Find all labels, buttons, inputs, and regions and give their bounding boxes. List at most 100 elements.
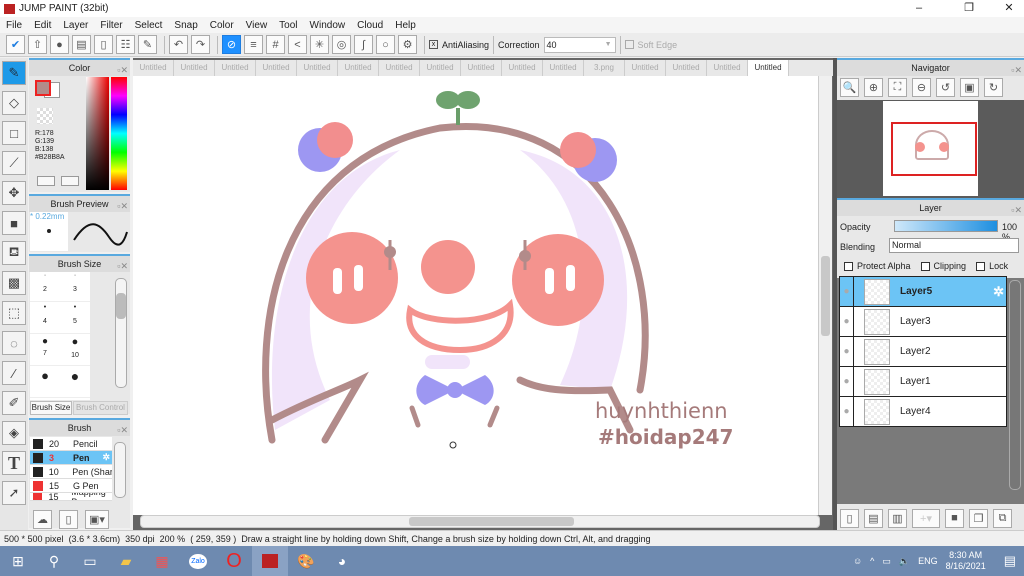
network-icon[interactable]: ▭ <box>882 556 891 567</box>
menu-file[interactable]: File <box>0 20 28 31</box>
operation-tool-icon[interactable]: ➚ <box>2 481 26 505</box>
tab-document[interactable]: 3.png <box>584 60 625 76</box>
select-eraser-tool-icon[interactable]: ◈ <box>2 421 26 445</box>
menu-edit[interactable]: Edit <box>28 20 57 31</box>
comment-icon[interactable]: ● <box>50 35 69 54</box>
line-tool-icon[interactable]: ⟋ <box>2 151 26 175</box>
new-brush-icon[interactable]: ▯ <box>59 510 78 529</box>
page-icon[interactable]: ▯ <box>94 35 113 54</box>
duplicate-layer-icon[interactable]: ❐ <box>969 508 988 528</box>
close-button[interactable]: ✕ <box>994 0 1024 17</box>
layer-row[interactable]: ● Layer1 <box>840 366 1006 397</box>
rect-select-tool-icon[interactable]: ⬚ <box>2 301 26 325</box>
size-4[interactable]: • 4 <box>30 304 60 334</box>
vanishing-snap-icon[interactable]: < <box>288 35 307 54</box>
menu-layer[interactable]: Layer <box>57 20 94 31</box>
redo-icon[interactable]: ↷ <box>191 35 210 54</box>
menu-cloud[interactable]: Cloud <box>351 20 389 31</box>
minimize-button[interactable]: – <box>904 0 934 17</box>
rotate-left-icon[interactable]: ↺ <box>936 78 955 97</box>
menu-tool[interactable]: Tool <box>273 20 303 31</box>
zalo-icon[interactable]: Zalo <box>180 546 216 576</box>
new-layer-1bit-icon[interactable]: ▥ <box>888 508 907 528</box>
color-option-button[interactable] <box>61 176 79 186</box>
canvas[interactable]: huynhthienn #hoidap247 <box>133 76 818 515</box>
rectangle-tool-icon[interactable]: □ <box>2 121 26 145</box>
size-5[interactable]: • 5 <box>60 304 90 334</box>
opacity-slider[interactable] <box>894 220 998 232</box>
gear-icon[interactable]: ✲ <box>993 284 1006 300</box>
blending-select[interactable]: Normal <box>889 238 1019 253</box>
search-icon[interactable]: ⚲ <box>36 546 72 576</box>
snap-settings-icon[interactable]: ⚙ <box>398 35 417 54</box>
people-icon[interactable]: ☺ <box>853 556 862 566</box>
file-explorer-icon[interactable]: ▰ <box>108 546 144 576</box>
text-tool-icon[interactable]: T <box>2 451 26 475</box>
size-3[interactable]: · 3 <box>60 272 90 302</box>
undo-icon[interactable]: ↶ <box>169 35 188 54</box>
lock-checkbox[interactable] <box>976 261 986 271</box>
tab-document[interactable]: Untitled <box>133 60 174 76</box>
gradient-tool-icon[interactable]: ▩ <box>2 271 26 295</box>
grid-snap-icon[interactable]: # <box>266 35 285 54</box>
tray-chevron-icon[interactable]: ^ <box>870 556 874 566</box>
size-10[interactable]: ● 10 <box>60 336 90 366</box>
reset-rotation-icon[interactable]: ▣ <box>960 78 979 97</box>
brush-tool-icon[interactable]: ✎ <box>2 61 26 85</box>
color-app-icon[interactable]: ◕ <box>324 546 360 576</box>
tab-document[interactable]: Untitled <box>625 60 666 76</box>
move-tool-icon[interactable]: ✥ <box>2 181 26 205</box>
bucket-tool-icon[interactable]: ⛾ <box>2 241 26 265</box>
curve-snap-icon[interactable]: ∫ <box>354 35 373 54</box>
horizontal-scrollbar[interactable] <box>140 515 820 528</box>
tab-brush-control[interactable]: Brush Control <box>73 401 128 415</box>
tab-document[interactable]: Untitled <box>256 60 297 76</box>
merge-layer-icon[interactable]: ⧉ <box>993 508 1012 528</box>
main-color-swatch[interactable] <box>35 80 51 96</box>
brush-size-scrollbar[interactable] <box>115 278 127 388</box>
tab-document[interactable]: Untitled <box>338 60 379 76</box>
layer-scrollbar[interactable] <box>1009 280 1021 490</box>
task-view-icon[interactable]: ▭ <box>72 546 108 576</box>
hue-slider[interactable] <box>111 77 127 190</box>
zoom-in-icon[interactable]: ⊕ <box>864 78 883 97</box>
opera-icon[interactable]: O <box>216 546 252 576</box>
clipping-checkbox[interactable] <box>920 261 930 271</box>
tab-document[interactable]: Untitled <box>543 60 584 76</box>
concentric-snap-icon[interactable]: ◎ <box>332 35 351 54</box>
settings-page-icon[interactable]: ☷ <box>116 35 135 54</box>
size-7[interactable]: ● 7 <box>30 336 60 366</box>
eraser-tool-icon[interactable]: ◇ <box>2 91 26 115</box>
menu-filter[interactable]: Filter <box>94 20 128 31</box>
tab-brush-size[interactable]: Brush Size <box>30 401 72 415</box>
tab-document[interactable]: Untitled <box>461 60 502 76</box>
edit-icon[interactable]: ✎ <box>138 35 157 54</box>
brush-item[interactable]: 10 Pen (Shar <box>30 465 112 479</box>
gear-icon[interactable]: ✲ <box>102 452 112 463</box>
saturation-value-picker[interactable] <box>86 77 109 190</box>
tab-document[interactable]: Untitled <box>707 60 748 76</box>
language-indicator[interactable]: ENG <box>918 556 938 566</box>
lasso-tool-icon[interactable]: ◌ <box>2 331 26 355</box>
message-icon[interactable]: ▤ <box>72 35 91 54</box>
color-picker-button[interactable] <box>37 176 55 186</box>
volume-icon[interactable]: 🔈 <box>899 556 910 567</box>
layer-row[interactable]: ● Layer4 <box>840 396 1006 427</box>
visibility-icon[interactable]: ● <box>840 366 854 397</box>
jump-paint-icon[interactable] <box>252 546 288 576</box>
brush-list-scrollbar[interactable] <box>114 442 126 498</box>
menu-color[interactable]: Color <box>204 20 240 31</box>
tab-document[interactable]: Untitled <box>379 60 420 76</box>
windows-start-icon[interactable]: ⊞ <box>0 546 36 576</box>
menu-window[interactable]: Window <box>304 20 352 31</box>
layer-row[interactable]: ● Layer5 ✲ <box>840 276 1006 307</box>
correction-select[interactable]: 40 ▼ <box>543 36 616 53</box>
transparent-color-swatch[interactable] <box>37 108 53 124</box>
notifications-icon[interactable]: ▤ <box>1004 553 1016 569</box>
brush-item-selected[interactable]: 3 Pen ✲ <box>30 451 112 465</box>
cloud-download-icon[interactable]: ☁ <box>33 510 52 529</box>
visibility-icon[interactable]: ● <box>840 336 854 367</box>
tab-document[interactable]: Untitled <box>748 60 789 76</box>
new-layer-icon[interactable]: ▯ <box>840 508 859 528</box>
zoom-actual-icon[interactable]: 🔍 <box>840 78 859 97</box>
